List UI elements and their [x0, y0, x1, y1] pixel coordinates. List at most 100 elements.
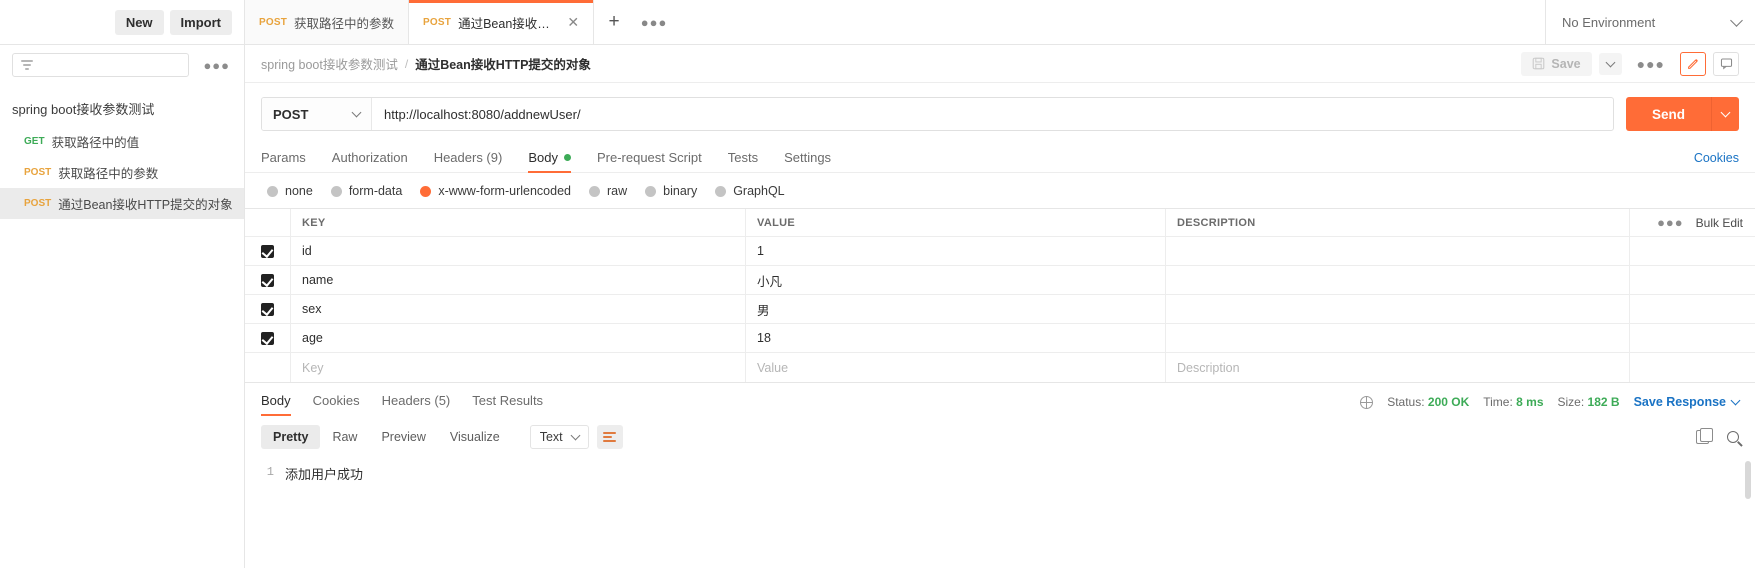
sidebar-item-bean-object[interactable]: POST 通过Bean接收HTTP提交的对象 — [0, 188, 244, 219]
checkbox-checked[interactable] — [261, 331, 274, 345]
request-tabs: Params Authorization Headers (9) Body Pr… — [245, 143, 1755, 173]
cell-key[interactable]: age — [291, 324, 746, 352]
response-tab-test-results[interactable]: Test Results — [472, 393, 543, 415]
option-label: x-www-form-urlencoded — [438, 184, 571, 198]
checkbox-checked[interactable] — [261, 273, 274, 287]
method-selector[interactable]: POST — [262, 98, 372, 130]
cell-value[interactable]: 18 — [746, 324, 1166, 352]
plus-icon[interactable]: + — [594, 0, 634, 44]
body-type-binary[interactable]: binary — [645, 184, 697, 198]
sidebar-item-get-path-params[interactable]: POST 获取路径中的参数 — [0, 157, 244, 188]
cell-value-placeholder[interactable]: Value — [746, 353, 1166, 382]
table-row[interactable]: age 18 — [245, 324, 1755, 353]
cell-description[interactable] — [1166, 237, 1630, 265]
view-mode-pretty[interactable]: Pretty — [261, 425, 321, 449]
cell-description-placeholder[interactable]: Description — [1166, 353, 1630, 382]
tab-headers[interactable]: Headers (9) — [434, 150, 503, 172]
url-input[interactable]: http://localhost:8080/addnewUser/ — [372, 98, 1613, 130]
environment-selector[interactable]: No Environment — [1545, 0, 1755, 44]
checkbox-checked[interactable] — [261, 244, 274, 258]
column-header-description: DESCRIPTION — [1166, 209, 1630, 236]
send-button[interactable]: Send — [1625, 97, 1711, 131]
edit-button[interactable] — [1680, 51, 1706, 76]
params-table: KEY VALUE DESCRIPTION ●●● Bulk Edit id 1 — [245, 208, 1755, 383]
cell-value[interactable]: 1 — [746, 237, 1166, 265]
body-type-x-www-form-urlencoded[interactable]: x-www-form-urlencoded — [420, 184, 571, 198]
cookies-link[interactable]: Cookies — [1694, 151, 1739, 172]
cell-description[interactable] — [1166, 266, 1630, 294]
method-label: POST — [24, 167, 52, 178]
body-type-none[interactable]: none — [267, 184, 313, 198]
tab-pre-request-script[interactable]: Pre-request Script — [597, 150, 702, 172]
table-row[interactable]: name 小凡 — [245, 266, 1755, 295]
tab-tests[interactable]: Tests — [728, 150, 758, 172]
cell-key[interactable]: id — [291, 237, 746, 265]
cell-key[interactable]: name — [291, 266, 746, 294]
ellipsis-icon[interactable]: ●●● — [197, 58, 236, 73]
cell-value[interactable]: 男 — [746, 295, 1166, 323]
comments-button[interactable] — [1713, 51, 1739, 76]
checkbox-checked[interactable] — [261, 302, 274, 316]
word-wrap-button[interactable] — [596, 425, 623, 449]
request-name: 获取路径中的参数 — [58, 167, 159, 181]
view-mode-visualize[interactable]: Visualize — [438, 425, 512, 449]
save-button[interactable]: Save — [1521, 51, 1592, 76]
cell-key-placeholder[interactable]: Key — [291, 353, 746, 382]
response-tab-headers[interactable]: Headers (5) — [382, 393, 451, 415]
tab-label: Headers (9) — [433, 150, 503, 165]
cell-key[interactable]: sex — [291, 295, 746, 323]
radio-icon — [267, 185, 278, 197]
top-bar: New Import POST 获取路径中的参数 POST 通过Bean接收HT… — [0, 0, 1755, 45]
close-icon[interactable]: ✕ — [565, 15, 579, 29]
save-response-button[interactable]: Save Response — [1634, 395, 1741, 409]
tab-params[interactable]: Params — [261, 150, 306, 172]
send-options-button[interactable] — [1711, 97, 1739, 131]
response-tab-body[interactable]: Body — [261, 393, 291, 416]
tab-settings[interactable]: Settings — [784, 150, 831, 172]
ellipsis-icon[interactable]: ●●● — [634, 0, 674, 44]
search-input[interactable] — [12, 53, 190, 77]
body-type-raw[interactable]: raw — [589, 184, 627, 198]
time-value: 8 ms — [1516, 395, 1544, 409]
copy-icon[interactable] — [1696, 427, 1713, 444]
status-badge: Status: 200 OK — [1387, 395, 1469, 409]
save-options-button[interactable] — [1598, 52, 1622, 75]
new-button[interactable]: New — [114, 9, 164, 35]
view-mode-raw[interactable]: Raw — [320, 425, 369, 449]
time-badge: Time: 8 ms — [1483, 395, 1543, 409]
method-label: GET — [24, 136, 45, 147]
chevron-down-icon — [1730, 395, 1741, 406]
request-tab-1[interactable]: POST 获取路径中的参数 — [245, 0, 410, 44]
scrollbar[interactable] — [1745, 461, 1751, 499]
save-label: Save — [1551, 56, 1581, 71]
request-name: 获取路径中的值 — [51, 136, 140, 150]
ellipsis-icon[interactable]: ●●● — [1629, 56, 1673, 72]
send-group: Send — [1625, 97, 1739, 131]
tab-authorization[interactable]: Authorization — [332, 150, 408, 172]
request-tab-2[interactable]: POST 通过Bean接收HT... ✕ — [409, 0, 595, 44]
table-row[interactable]: id 1 — [245, 237, 1755, 266]
cell-description[interactable] — [1166, 324, 1630, 352]
import-button[interactable]: Import — [169, 9, 232, 35]
collection-name[interactable]: spring boot接收参数测试 — [0, 93, 244, 126]
response-body-text[interactable]: 添加用户成功 — [285, 463, 363, 568]
body-type-form-data[interactable]: form-data — [330, 184, 402, 198]
tab-body[interactable]: Body — [528, 150, 571, 173]
response-tab-cookies[interactable]: Cookies — [313, 393, 360, 415]
tab-label: Pre-request Script — [596, 150, 702, 165]
cell-value[interactable]: 小凡 — [746, 266, 1166, 294]
cell-description[interactable] — [1166, 295, 1630, 323]
option-label: GraphQL — [733, 184, 785, 198]
ellipsis-icon[interactable]: ●●● — [1657, 215, 1684, 230]
row-tools — [1630, 324, 1755, 352]
sidebar-item-get-path-value[interactable]: GET 获取路径中的值 — [0, 126, 244, 157]
table-row[interactable]: sex 男 — [245, 295, 1755, 324]
view-mode-preview[interactable]: Preview — [369, 425, 437, 449]
format-selector[interactable]: Text — [529, 425, 589, 449]
table-row-empty[interactable]: Key Value Description — [245, 353, 1755, 382]
breadcrumb-collection[interactable]: spring boot接收参数测试 — [261, 54, 398, 73]
bulk-edit-button[interactable]: Bulk Edit — [1696, 216, 1743, 230]
tab-label: Headers (5) — [381, 393, 451, 408]
search-icon[interactable] — [1727, 431, 1739, 443]
body-type-graphql[interactable]: GraphQL — [715, 184, 785, 198]
